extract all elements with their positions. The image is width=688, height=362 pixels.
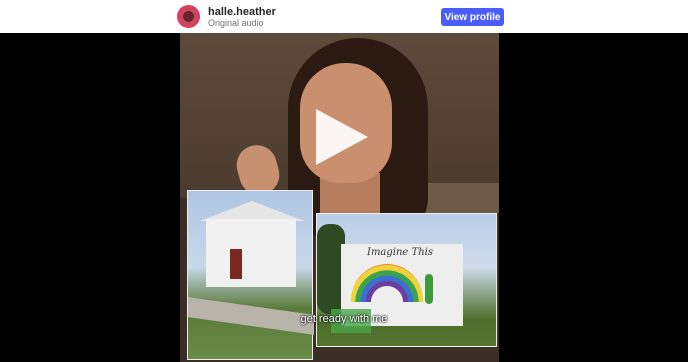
shelf [420, 183, 499, 213]
white-house [206, 219, 296, 287]
video-caption: get ready with me [300, 313, 388, 325]
view-profile-button[interactable]: View profile [441, 8, 504, 26]
door [230, 249, 242, 279]
cactus-mural [425, 274, 433, 304]
username[interactable]: halle.heather [208, 6, 276, 18]
house-photo-right: Imagine This [316, 213, 497, 347]
audio-label[interactable]: Original audio [208, 18, 264, 28]
avatar[interactable] [177, 5, 200, 28]
roof [200, 201, 304, 221]
post-header: halle.heather Original audio View profil… [0, 0, 688, 33]
play-icon[interactable] [316, 109, 368, 165]
house-photo-left [187, 190, 314, 360]
mural-text: Imagine This [367, 247, 433, 258]
